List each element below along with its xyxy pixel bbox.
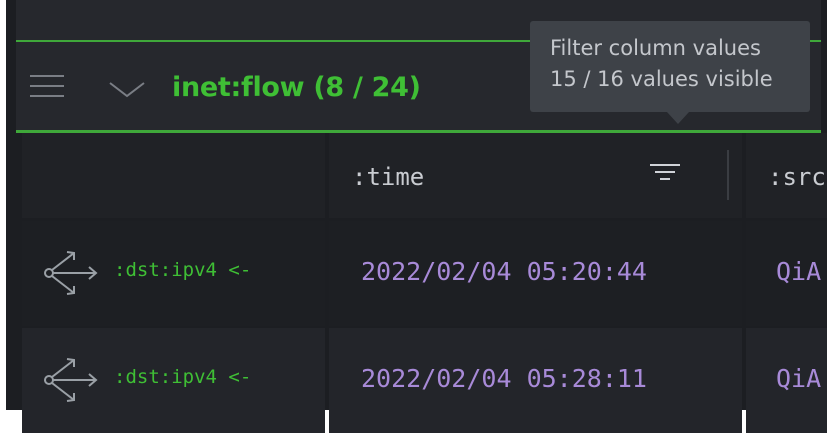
time-cell[interactable]: 2022/02/04 05:20:44 (329, 221, 742, 326)
table-title: inet:flow (8 / 24) (172, 72, 421, 103)
column-label-time: :time (352, 163, 425, 191)
pivot-fork-icon[interactable] (42, 355, 102, 405)
pivot-cell: :dst:ipv4 <- (22, 221, 325, 326)
tooltip-line-1: Filter column values (550, 36, 761, 60)
src-cell[interactable]: QiA (746, 328, 827, 433)
chevron-down-icon[interactable] (108, 80, 146, 100)
time-value: 2022/02/04 05:20:44 (361, 257, 647, 286)
column-header-pivot (22, 133, 325, 218)
relation-label: :dst:ipv4 <- (114, 259, 252, 281)
pivot-fork-icon[interactable] (42, 248, 102, 298)
tooltip-arrow (667, 112, 689, 124)
hamburger-menu-icon[interactable] (30, 73, 64, 99)
filter-icon[interactable] (650, 160, 680, 186)
pivot-cell: :dst:ipv4 <- (22, 328, 325, 433)
column-resize-handle[interactable] (727, 150, 729, 200)
src-value: QiA (776, 257, 822, 286)
src-cell[interactable]: QiA (746, 221, 827, 326)
src-value: QiA (776, 364, 822, 393)
tooltip-line-2: 15 / 16 values visible (550, 67, 773, 91)
filter-tooltip: Filter column values 15 / 16 values visi… (530, 21, 810, 112)
table-row[interactable]: :dst:ipv4 <- 2022/02/04 05:28:11 QiA (22, 328, 827, 433)
time-value: 2022/02/04 05:28:11 (361, 364, 647, 393)
time-cell[interactable]: 2022/02/04 05:28:11 (329, 328, 742, 433)
column-label-src: :src (768, 163, 826, 191)
table-row[interactable]: :dst:ipv4 <- 2022/02/04 05:20:44 QiA (22, 221, 827, 326)
relation-label: :dst:ipv4 <- (114, 366, 252, 388)
